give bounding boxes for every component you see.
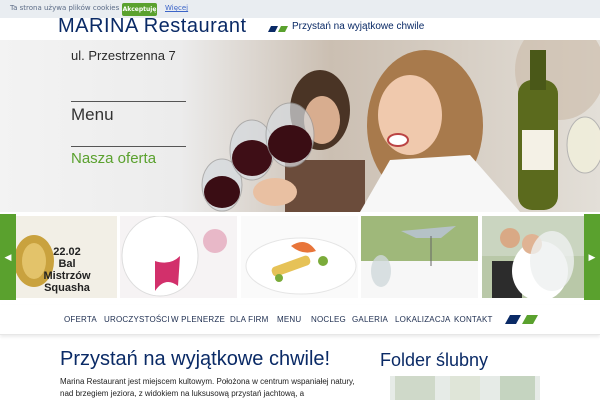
nav-item-galeria[interactable]: GALERIA xyxy=(352,315,388,324)
carousel-item-event[interactable]: 22.02 Bal Mistrzów Squasha xyxy=(16,216,117,298)
hero-photo xyxy=(0,40,600,212)
divider xyxy=(71,101,186,102)
folder-photo[interactable] xyxy=(390,376,540,400)
hero-menu-link[interactable]: Menu xyxy=(71,105,114,125)
hero-offer-link[interactable]: Nasza oferta xyxy=(71,150,156,167)
nav-item-oferta[interactable]: OFERTA xyxy=(64,315,97,324)
nav-item-nocleg[interactable]: NOCLEG xyxy=(311,315,346,324)
event-title: Bal Mistrzów Squasha xyxy=(43,258,91,294)
outdoor-tables-photo xyxy=(361,216,478,298)
intro-paragraph: Marina Restaurant jest miejscem kultowym… xyxy=(60,377,355,398)
nav-item-w-plenerze[interactable]: W PLENERZE xyxy=(171,315,225,324)
brand-stripes-icon xyxy=(268,26,288,32)
nav-item-menu[interactable]: MENU xyxy=(277,315,301,324)
image-carousel: ◀ 22.02 Bal Mistrzów Squasha ▶ xyxy=(0,214,600,300)
nav-item-uroczystosci[interactable]: UROCZYSTOŚCI xyxy=(104,315,170,324)
brand-stripes-icon xyxy=(505,315,538,324)
event-caption: 22.02 Bal Mistrzów Squasha xyxy=(38,246,96,294)
nav-item-dla-firm[interactable]: DLA FIRM xyxy=(230,315,269,324)
nav-item-kontakt[interactable]: KONTAKT xyxy=(454,315,493,324)
page-title: Przystań na wyjątkowe chwile! xyxy=(60,348,331,370)
nav-item-lokalizacja[interactable]: LOKALIZACJA xyxy=(395,315,451,324)
main-nav: OFERTA UROCZYSTOŚCI W PLENERZE DLA FIRM … xyxy=(0,305,600,335)
wedding-table-photo xyxy=(120,216,237,298)
cookie-message: Ta strona używa plików cookies xyxy=(10,4,120,12)
carousel-item-outdoor[interactable] xyxy=(361,216,478,298)
carousel-item-dish[interactable] xyxy=(241,216,358,298)
sidebar-title[interactable]: Folder ślubny xyxy=(380,350,488,371)
address: ul. Przestrzenna 7 xyxy=(71,48,176,63)
cookie-more-link[interactable]: Więcej xyxy=(165,4,188,12)
hero-banner: ul. Przestrzenna 7 Menu Nasza oferta xyxy=(0,40,600,212)
wedding-couple-photo xyxy=(482,216,584,298)
carousel-item-couple[interactable] xyxy=(482,216,584,298)
page: Ta strona używa plików cookies Akceptuję… xyxy=(0,0,600,400)
divider xyxy=(71,146,186,147)
event-date: 22.02 xyxy=(53,246,81,258)
tagline: Przystań na wyjątkowe chwile xyxy=(292,21,425,32)
dish-photo xyxy=(241,216,358,298)
brand-logo[interactable]: MARINA Restaurant xyxy=(58,15,247,38)
carousel-next-button[interactable]: ▶ xyxy=(584,214,600,300)
carousel-prev-button[interactable]: ◀ xyxy=(0,214,16,300)
carousel-item-wedding-table[interactable] xyxy=(120,216,237,298)
